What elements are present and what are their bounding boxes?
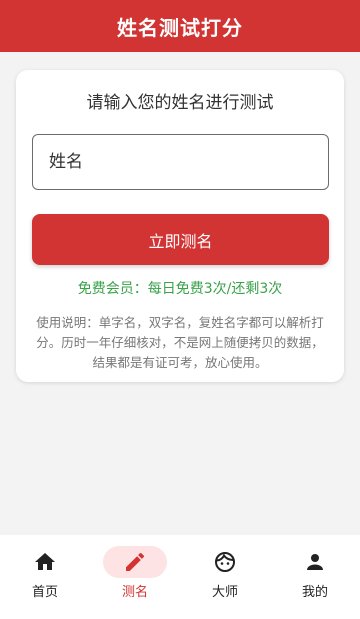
nav-label-home: 首页 (31, 585, 58, 600)
pencil-icon (123, 550, 147, 574)
test-name-button[interactable]: 立即测名 (32, 214, 329, 265)
usage-instructions: 使用说明：单字名，双字名，复姓名字都可以解析打分。历时一年仔细核对，不是网上随便… (36, 315, 324, 370)
nav-item-mine[interactable]: 我的 (270, 535, 360, 619)
nav-label-master: 大师 (211, 585, 238, 600)
app-bar: 姓名测试打分 (0, 0, 360, 52)
form-prompt: 请输入您的姓名进行测试 (86, 93, 274, 113)
home-icon (33, 550, 57, 574)
bottom-navigation: 首页 测名 大师 我的 (0, 535, 360, 619)
face-icon (213, 550, 237, 574)
nav-label-test-name: 测名 (121, 585, 148, 600)
app-title: 姓名测试打分 (117, 15, 243, 40)
name-test-card: 请输入您的姓名进行测试 立即测名 免费会员：每日免费3次/还剩3次 使用说明：单… (16, 70, 344, 382)
person-icon (303, 550, 327, 574)
nav-item-test-name[interactable]: 测名 (90, 535, 180, 619)
membership-status: 免费会员：每日免费3次/还剩3次 (77, 281, 283, 297)
nav-label-mine: 我的 (301, 585, 328, 600)
nav-item-home[interactable]: 首页 (0, 535, 90, 619)
nav-item-master[interactable]: 大师 (180, 535, 270, 619)
name-input[interactable] (32, 134, 329, 190)
